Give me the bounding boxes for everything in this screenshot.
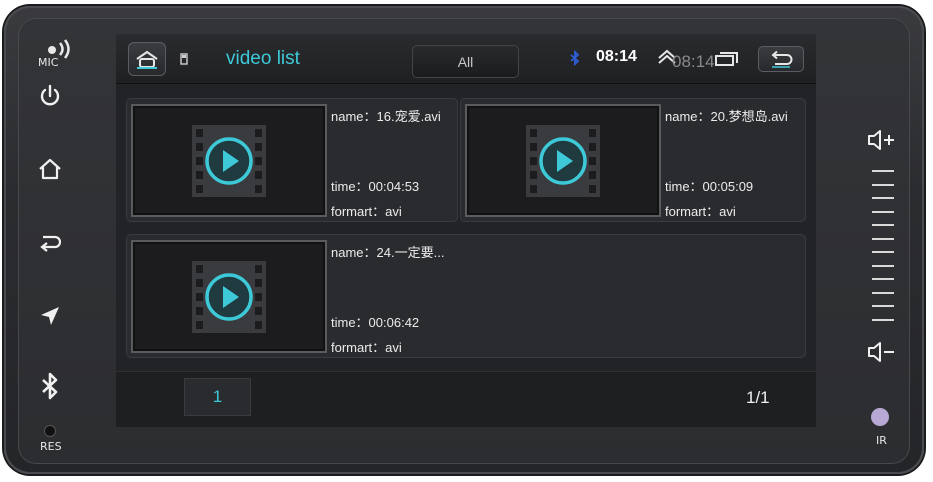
volume-down-icon bbox=[868, 342, 894, 362]
navigation-button[interactable] bbox=[34, 300, 66, 332]
volume-tick bbox=[872, 251, 894, 253]
back-button[interactable] bbox=[758, 46, 804, 72]
video-info: name：24.一定要... time：00:06:42 formart：avi bbox=[331, 235, 461, 359]
video-info: name：16.宠爱.avi time：00:04:53 formart：avi bbox=[331, 99, 461, 223]
video-thumbnail bbox=[465, 104, 661, 217]
volume-tick bbox=[872, 197, 894, 199]
clock-ghost: 08:14 bbox=[672, 52, 715, 71]
video-item[interactable]: name：24.一定要... time：00:06:42 formart：avi bbox=[126, 234, 806, 358]
volume-tick bbox=[872, 183, 894, 186]
reset-hole[interactable] bbox=[45, 426, 55, 436]
volume-tick bbox=[872, 264, 894, 267]
sd-card-icon bbox=[180, 52, 188, 70]
volume-tick bbox=[872, 318, 894, 321]
volume-up-icon bbox=[868, 130, 894, 150]
home-screen-button[interactable] bbox=[128, 42, 166, 76]
volume-tick bbox=[872, 224, 894, 226]
video-duration: time：00:05:09 bbox=[665, 179, 754, 194]
back-arrow-icon bbox=[40, 235, 62, 252]
video-name: name：16.宠爱.avi bbox=[331, 109, 441, 124]
home-icon bbox=[136, 50, 158, 69]
res-label: RES bbox=[40, 440, 62, 453]
video-duration: time：00:04:53 bbox=[331, 179, 420, 194]
video-name: name：20.梦想岛.avi bbox=[665, 109, 788, 124]
video-thumbnail bbox=[131, 240, 327, 353]
volume-tick bbox=[872, 237, 894, 240]
volume-tick bbox=[872, 305, 894, 307]
power-button[interactable] bbox=[34, 80, 66, 112]
bluetooth-status-icon bbox=[569, 49, 581, 71]
video-play-icon bbox=[192, 124, 266, 197]
screen: video list All 08:14 08:14 name：16.宠爱.av… bbox=[116, 34, 816, 427]
video-duration: time：00:06:42 bbox=[331, 315, 420, 330]
home-icon bbox=[39, 158, 61, 180]
bluetooth-button[interactable] bbox=[34, 370, 66, 402]
ir-sensor bbox=[871, 408, 889, 426]
page-count: 1/1 bbox=[746, 388, 770, 407]
video-thumbnail bbox=[131, 104, 327, 217]
volume-up-button[interactable] bbox=[866, 128, 898, 154]
back-button-physical[interactable] bbox=[34, 226, 66, 258]
volume-down-button[interactable] bbox=[866, 340, 898, 366]
video-info: name：20.梦想岛.avi time：00:05:09 formart：av… bbox=[665, 99, 795, 223]
video-format: formart：avi bbox=[665, 204, 736, 219]
power-icon bbox=[40, 84, 60, 106]
clock: 08:14 bbox=[596, 48, 637, 65]
mic-label: MIC bbox=[38, 56, 59, 69]
video-format: formart：avi bbox=[331, 204, 402, 219]
page-button[interactable]: 1 bbox=[184, 378, 251, 416]
multi-window-icon[interactable] bbox=[714, 50, 740, 73]
volume-slider[interactable] bbox=[872, 170, 894, 332]
filter-all-button[interactable]: All bbox=[412, 45, 519, 78]
video-play-icon bbox=[192, 260, 266, 333]
volume-tick bbox=[872, 210, 894, 213]
video-play-icon bbox=[526, 124, 600, 197]
volume-tick bbox=[872, 291, 894, 294]
status-bar: video list All 08:14 08:14 bbox=[116, 34, 816, 84]
page-title: video list bbox=[226, 48, 300, 69]
video-item[interactable]: name：20.梦想岛.avi time：00:05:09 formart：av… bbox=[460, 98, 806, 222]
back-arrow-icon bbox=[771, 50, 793, 68]
video-list: name：16.宠爱.avi time：00:04:53 formart：avi bbox=[126, 98, 806, 368]
volume-tick bbox=[872, 170, 894, 172]
video-format: formart：avi bbox=[331, 340, 402, 355]
pagination-bar: 1 1/1 bbox=[116, 371, 816, 427]
navigation-icon bbox=[41, 307, 59, 325]
video-item[interactable]: name：16.宠爱.avi time：00:04:53 formart：avi bbox=[126, 98, 458, 222]
ir-label: IR bbox=[876, 434, 887, 447]
video-name: name：24.一定要... bbox=[331, 245, 445, 260]
bluetooth-icon bbox=[42, 372, 58, 400]
home-button[interactable] bbox=[34, 153, 66, 185]
volume-tick bbox=[872, 278, 894, 280]
